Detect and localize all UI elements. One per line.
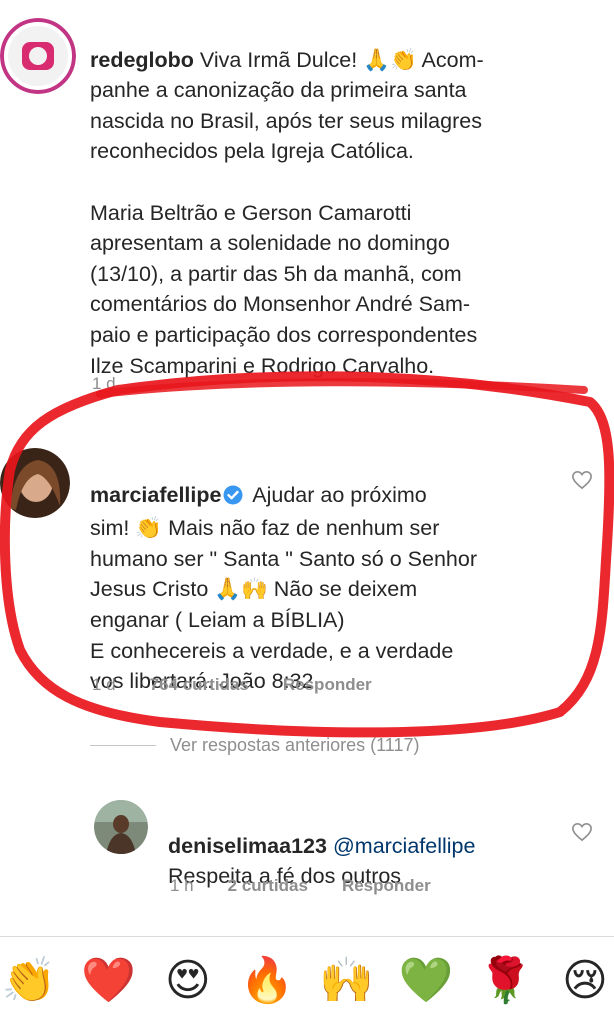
view-previous-label[interactable]: Ver respostas anteriores (1117) <box>170 735 419 756</box>
reply-button[interactable]: Responder <box>342 876 431 896</box>
marciafellipe-avatar[interactable] <box>0 448 70 518</box>
timestamp: 1 d <box>92 675 116 694</box>
comment-body: Ajudar ao próximo sim! 👏 Mais não faz de… <box>90 482 477 694</box>
username[interactable]: deniselimaa123 <box>168 834 327 858</box>
verified-badge-icon <box>223 483 243 514</box>
timestamp: 1 d <box>92 374 116 393</box>
timestamp: 1 h <box>170 876 194 895</box>
red-heart-emoji-icon[interactable]: ❤️ <box>79 952 137 1010</box>
comment-meta: 1 h 2 curtidas Responder <box>170 876 431 896</box>
comment-body: Viva Irmã Dulce! 🙏👏 Acom- panhe a canoni… <box>90 47 484 378</box>
like-heart-icon[interactable] <box>571 822 593 842</box>
comment-meta: 1 d 764 curtidas Responder <box>92 675 372 695</box>
emoji-reaction-bar: 👏 ❤️ 😍 🔥 🙌 💚 🌹 😢 <box>0 936 614 1024</box>
likes-count[interactable]: 2 curtidas <box>228 876 308 896</box>
comment-text: redeglobo Viva Irmã Dulce! 🙏👏 Acom- panh… <box>90 14 600 381</box>
fire-emoji-icon[interactable]: 🔥 <box>238 952 296 1010</box>
likes-count[interactable]: 764 curtidas <box>150 675 249 695</box>
redeglobo-avatar[interactable] <box>0 18 76 94</box>
heart-eyes-emoji-icon[interactable]: 😍 <box>159 952 217 1010</box>
clapping-hands-emoji-icon[interactable]: 👏 <box>0 952 58 1010</box>
rose-emoji-icon[interactable]: 🌹 <box>477 952 535 1010</box>
username[interactable]: redeglobo <box>90 48 194 72</box>
raising-hands-emoji-icon[interactable]: 🙌 <box>318 952 376 1010</box>
comment-text: marciafellipe Ajudar ao próximo sim! 👏 M… <box>90 449 560 697</box>
green-heart-emoji-icon[interactable]: 💚 <box>397 952 455 1010</box>
view-previous-replies[interactable]: Ver respostas anteriores (1117) <box>90 735 419 756</box>
username[interactable]: marciafellipe <box>90 483 221 507</box>
deniselimaa123-avatar[interactable] <box>94 800 148 854</box>
divider-line <box>90 745 156 746</box>
mention-link[interactable]: @marciafellipe <box>333 834 476 858</box>
comment-text: deniselimaa123 @marciafellipe Respeita a… <box>168 800 588 922</box>
reply-button[interactable]: Responder <box>283 675 372 695</box>
crying-face-emoji-icon[interactable]: 😢 <box>556 952 614 1010</box>
like-heart-icon[interactable] <box>571 470 593 490</box>
comment-meta: 1 d <box>92 374 116 394</box>
